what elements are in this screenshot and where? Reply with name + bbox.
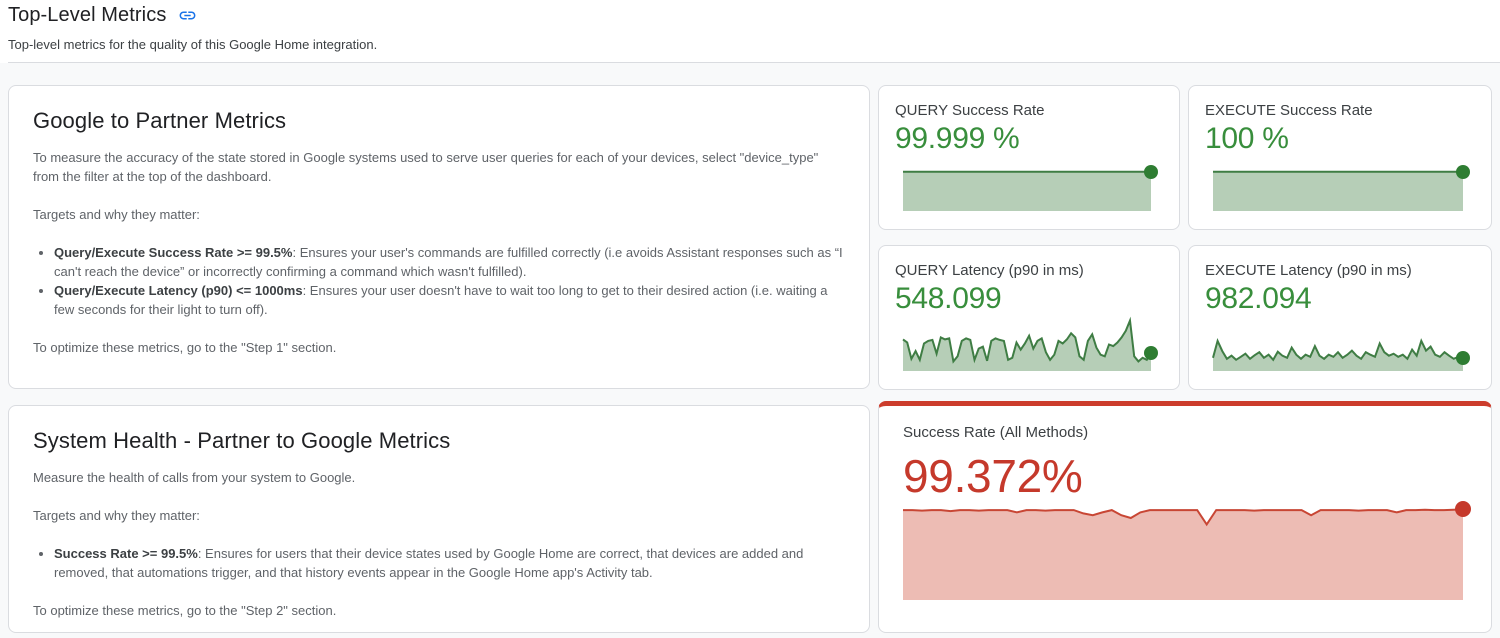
metric-label: EXECUTE Success Rate: [1205, 102, 1475, 119]
card-footer: To optimize these metrics, go to the "St…: [33, 601, 845, 620]
sparkline-end-dot: [1144, 165, 1158, 179]
sparkline-chart[interactable]: [903, 504, 1467, 600]
sparkline-end-dot: [1456, 165, 1470, 179]
targets-list: Success Rate >= 99.5%: Ensures for users…: [33, 544, 845, 582]
targets-list: Query/Execute Success Rate >= 99.5%: Ens…: [33, 243, 845, 319]
sparkline-chart[interactable]: [1213, 167, 1467, 211]
target-bullet: Query/Execute Latency (p90) <= 1000ms: E…: [54, 281, 845, 319]
card-footer: To optimize these metrics, go to the "St…: [33, 338, 845, 357]
metric-value: 99.999 %: [895, 122, 1163, 156]
metric-card-query-success-rate[interactable]: QUERY Success Rate 99.999 %: [878, 85, 1180, 230]
metric-value: 982.094: [1205, 282, 1475, 316]
metric-card-query-latency[interactable]: QUERY Latency (p90 in ms) 548.099: [878, 245, 1180, 390]
metric-value: 99.372%: [903, 449, 1467, 503]
card-title: Google to Partner Metrics: [33, 108, 845, 134]
google-to-partner-card: Google to Partner Metrics To measure the…: [8, 85, 870, 389]
page-header: Top-Level Metrics: [8, 4, 197, 27]
link-icon[interactable]: [178, 6, 197, 25]
card-intro: Measure the health of calls from your sy…: [33, 468, 845, 487]
page-subtitle: Top-level metrics for the quality of thi…: [8, 37, 377, 52]
metric-label: QUERY Latency (p90 in ms): [895, 262, 1163, 279]
metric-card-execute-success-rate[interactable]: EXECUTE Success Rate 100 %: [1188, 85, 1492, 230]
sparkline-end-dot: [1455, 501, 1471, 517]
system-health-card: System Health - Partner to Google Metric…: [8, 405, 870, 633]
metric-card-success-rate-all-methods[interactable]: Success Rate (All Methods) 99.372%: [878, 401, 1492, 633]
sparkline-end-dot: [1456, 351, 1470, 365]
sparkline-chart[interactable]: [903, 167, 1155, 211]
page-title: Top-Level Metrics: [8, 4, 166, 27]
target-bullet: Success Rate >= 99.5%: Ensures for users…: [54, 544, 845, 582]
metric-label: QUERY Success Rate: [895, 102, 1163, 119]
sparkline-chart[interactable]: [1213, 316, 1467, 371]
metric-card-execute-latency[interactable]: EXECUTE Latency (p90 in ms) 982.094: [1188, 245, 1492, 390]
metric-value: 548.099: [895, 282, 1163, 316]
metric-label: EXECUTE Latency (p90 in ms): [1205, 262, 1475, 279]
metric-label: Success Rate (All Methods): [903, 424, 1467, 441]
targets-heading: Targets and why they matter:: [33, 506, 845, 525]
card-intro: To measure the accuracy of the state sto…: [33, 148, 845, 186]
metric-value: 100 %: [1205, 122, 1475, 156]
targets-heading: Targets and why they matter:: [33, 205, 845, 224]
sparkline-chart[interactable]: [903, 316, 1155, 371]
card-title: System Health - Partner to Google Metric…: [33, 428, 845, 454]
target-bullet: Query/Execute Success Rate >= 99.5%: Ens…: [54, 243, 845, 281]
sparkline-end-dot: [1144, 346, 1158, 360]
header-divider: [8, 62, 1500, 63]
